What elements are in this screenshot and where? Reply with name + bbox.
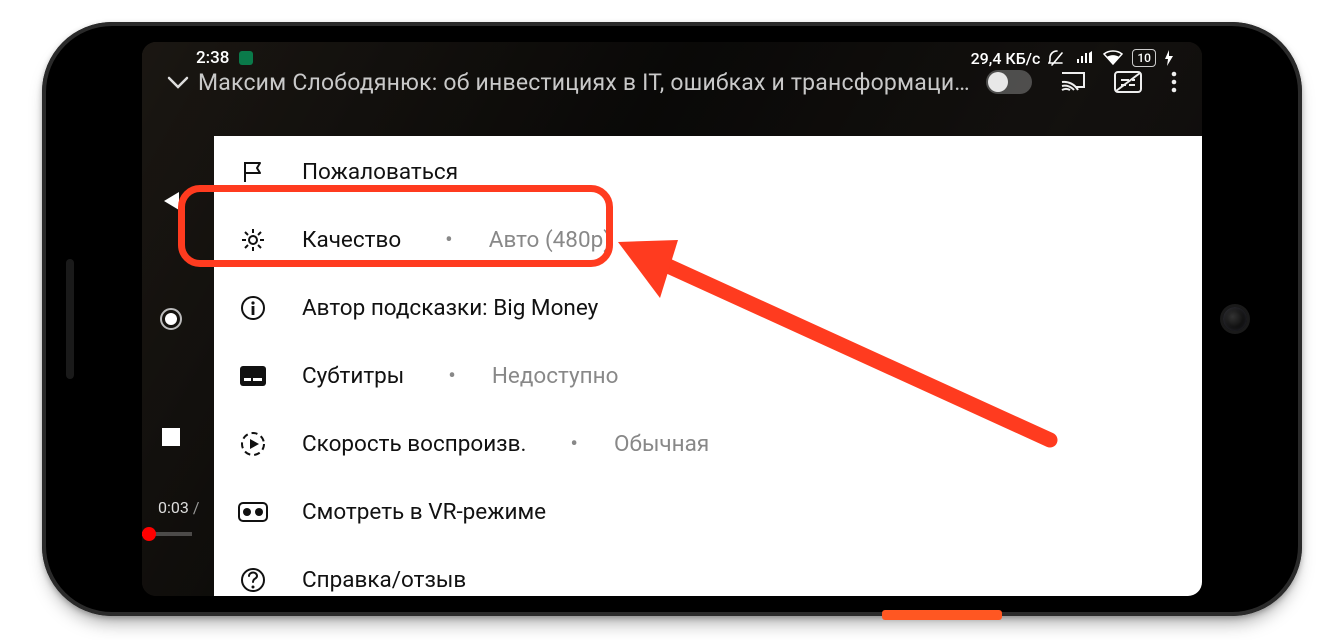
status-time: 2:38 [196,48,229,68]
wifi-icon [1102,50,1124,66]
menu-captions-value: Недоступно [492,363,619,389]
captions-icon [238,365,268,387]
nav-recents-button[interactable] [162,428,180,446]
menu-playback-speed[interactable]: Скорость воспроизв. • Обычная [214,410,1202,478]
menu-cards-author[interactable]: Автор подсказки: Big Money [214,274,1202,342]
flag-icon [238,159,268,185]
nav-back-button[interactable] [164,192,179,210]
gear-icon [238,227,268,253]
screen: 2:38 29,4 КБ/с 10 Максим Слободянюк: об … [142,42,1202,596]
menu-help-feedback[interactable]: Справка/отзыв [214,546,1202,596]
phone-camera [1223,307,1247,331]
vr-icon [238,502,268,522]
do-not-disturb-icon [1048,50,1066,66]
menu-cards-label: Автор подсказки: Big Money [302,295,598,321]
menu-speed-value: Обычная [614,431,709,457]
playback-speed-icon [238,430,268,458]
phone-power-accent [882,610,1002,620]
captions-toggle-icon[interactable] [1114,71,1142,93]
status-notification-icon [239,51,253,65]
menu-vr-label: Смотреть в VR-режиме [302,499,546,525]
menu-captions-label: Субтитры [302,363,404,389]
info-icon [238,295,268,321]
menu-quality[interactable]: Качество • Авто (480p) [214,206,1202,274]
help-icon [238,567,268,593]
status-network-speed: 29,4 КБ/с [971,49,1041,68]
android-nav-bar [142,42,200,596]
menu-vr[interactable]: Смотреть в VR-режиме [214,478,1202,546]
menu-help-label: Справка/отзыв [302,567,466,593]
signal-icon [1074,50,1094,66]
menu-captions[interactable]: Субтитры • Недоступно [214,342,1202,410]
menu-quality-value: Авто (480p) [489,227,611,253]
nav-home-button[interactable] [160,308,182,330]
status-bar: 2:38 29,4 КБ/с 10 [142,42,1202,74]
battery-indicator: 10 [1132,49,1156,67]
menu-report[interactable]: Пожаловаться [214,138,1202,206]
phone-speaker [66,259,74,379]
menu-quality-label: Качество [302,227,401,253]
charging-icon [1164,50,1174,66]
menu-report-label: Пожаловаться [302,159,458,185]
menu-speed-label: Скорость воспроизв. [302,431,526,457]
play-icon [995,77,1002,87]
phone-frame: 2:38 29,4 КБ/с 10 Максим Слободянюк: об … [42,22,1302,616]
player-options-sheet: Пожаловаться Качество • Авто (480p) Авто… [214,136,1202,596]
